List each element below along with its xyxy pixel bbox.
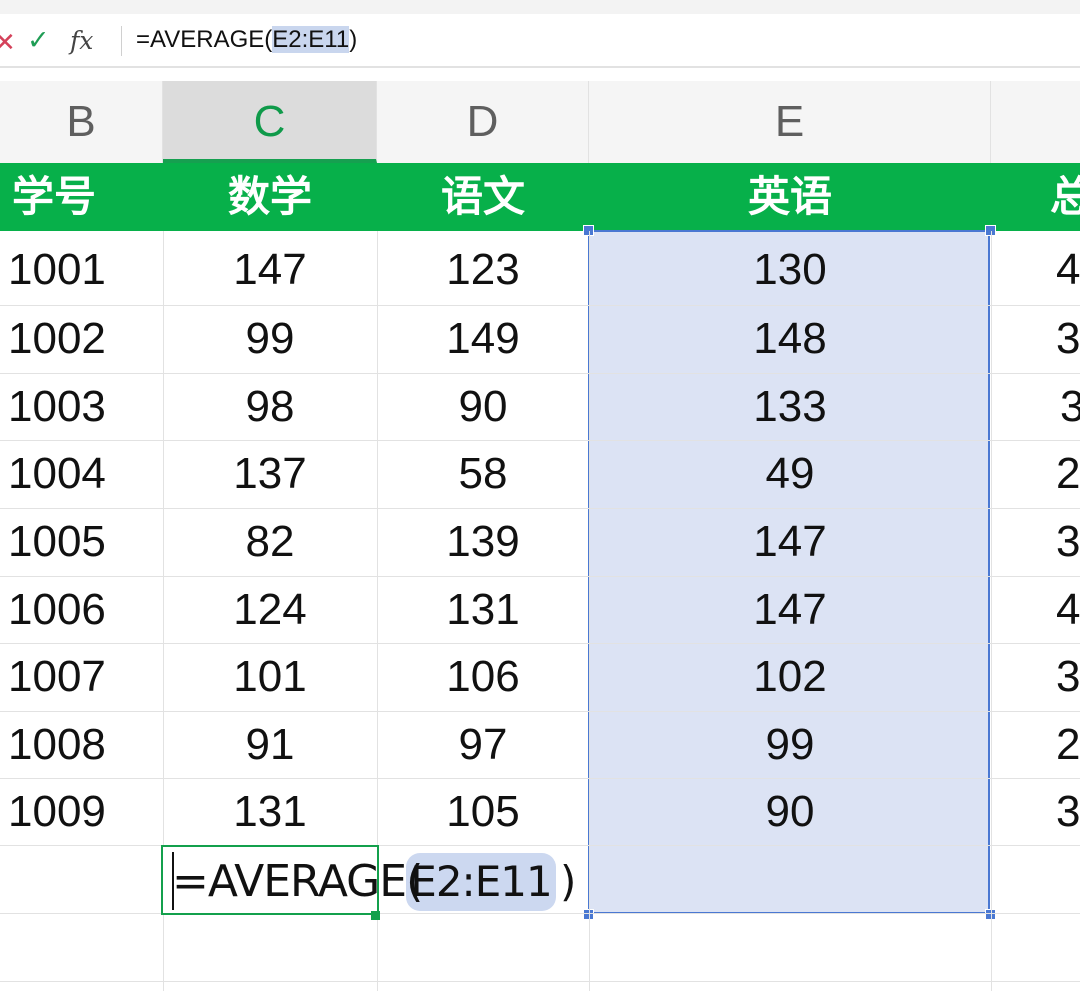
cell-total[interactable]: 3 xyxy=(1056,643,1080,710)
cell-total[interactable]: 4 xyxy=(1056,576,1080,643)
edit-formula-suffix: ) xyxy=(560,857,577,906)
cell-total[interactable]: 3 xyxy=(1056,778,1080,845)
cell-total[interactable]: 2 xyxy=(1056,711,1080,778)
cell-id[interactable]: 1007 xyxy=(8,643,158,710)
window-top-strip xyxy=(0,0,1080,15)
cell-chinese[interactable]: 149 xyxy=(377,305,589,372)
cell-chinese[interactable]: 139 xyxy=(377,508,589,575)
formula-input[interactable]: =AVERAGE(E2:E11) xyxy=(136,25,357,55)
column-header-bar: B C D E xyxy=(0,81,1080,163)
edit-range-ref[interactable]: E2:E11 xyxy=(406,850,556,914)
cell-math[interactable]: 91 xyxy=(163,711,377,778)
cell-chinese[interactable]: 105 xyxy=(377,778,589,845)
cell-math[interactable]: 98 xyxy=(163,373,377,440)
cell-total[interactable]: 3 xyxy=(1060,373,1080,440)
cell-chinese[interactable]: 123 xyxy=(377,236,589,303)
cell-id[interactable]: 1002 xyxy=(8,305,158,372)
cell-english[interactable]: 147 xyxy=(589,576,991,643)
formula-range-ref: E2:E11 xyxy=(272,26,350,53)
cell-english[interactable]: 90 xyxy=(589,778,991,845)
formula-bar-divider xyxy=(121,26,122,56)
cell-id[interactable]: 1001 xyxy=(8,236,158,303)
column-header-e[interactable]: E xyxy=(589,81,991,163)
cell-id[interactable]: 1005 xyxy=(8,508,158,575)
cell-id[interactable]: 1008 xyxy=(8,711,158,778)
header-cell-chinese[interactable]: 语文 xyxy=(377,163,589,231)
cell-math[interactable]: 124 xyxy=(163,576,377,643)
cell-total[interactable]: 4 xyxy=(1056,236,1080,303)
cell-total[interactable]: 2 xyxy=(1056,440,1080,507)
formula-prefix: =AVERAGE( xyxy=(136,26,273,53)
cell-math[interactable]: 82 xyxy=(163,508,377,575)
grid-line xyxy=(991,231,992,991)
column-header-d[interactable]: D xyxy=(377,81,589,163)
edit-formula-prefix: =AVERAGE( xyxy=(172,856,423,907)
cell-total[interactable]: 3 xyxy=(1056,305,1080,372)
cell-id[interactable]: 1009 xyxy=(8,778,158,845)
cell-math[interactable]: 101 xyxy=(163,643,377,710)
cell-math[interactable]: 99 xyxy=(163,305,377,372)
cell-id[interactable]: 1004 xyxy=(8,440,158,507)
cell-chinese[interactable]: 97 xyxy=(377,711,589,778)
cell-english[interactable]: 102 xyxy=(589,643,991,710)
cell-english[interactable]: 147 xyxy=(589,508,991,575)
text-caret xyxy=(172,852,174,910)
cell-math[interactable]: 147 xyxy=(163,236,377,303)
header-cell-math[interactable]: 数学 xyxy=(163,163,377,231)
header-row: 学号 数学 语文 英语 总 xyxy=(0,163,1080,231)
cell-english[interactable]: 99 xyxy=(589,711,991,778)
formula-suffix: ) xyxy=(349,26,358,53)
cell-total[interactable]: 3 xyxy=(1056,508,1080,575)
cell-chinese[interactable]: 58 xyxy=(377,440,589,507)
header-cell-english[interactable]: 英语 xyxy=(589,163,991,231)
cell-id[interactable]: 1006 xyxy=(8,576,158,643)
cell-chinese[interactable]: 131 xyxy=(377,576,589,643)
formula-bar: ✕ ✓ fx =AVERAGE(E2:E11) xyxy=(0,14,1080,68)
cell-math[interactable]: 131 xyxy=(163,778,377,845)
header-cell-student-id[interactable]: 学号 xyxy=(12,163,112,231)
cell-chinese[interactable]: 106 xyxy=(377,643,589,710)
cell-english[interactable]: 133 xyxy=(589,373,991,440)
header-cell-total[interactable]: 总 xyxy=(1050,163,1080,231)
cell-math[interactable]: 137 xyxy=(163,440,377,507)
cell-english[interactable]: 130 xyxy=(589,236,991,303)
column-header-f[interactable] xyxy=(991,81,1080,163)
cell-english[interactable]: 49 xyxy=(589,440,991,507)
cancel-icon[interactable]: ✕ xyxy=(0,24,16,60)
cell-english[interactable]: 148 xyxy=(589,305,991,372)
column-header-b[interactable]: B xyxy=(0,81,163,163)
cell-chinese[interactable]: 90 xyxy=(377,373,589,440)
column-header-c[interactable]: C xyxy=(163,81,377,163)
confirm-icon[interactable]: ✓ xyxy=(27,22,50,58)
grid-line xyxy=(0,981,1080,982)
cell-id[interactable]: 1003 xyxy=(8,373,158,440)
insert-function-icon[interactable]: fx xyxy=(70,23,93,59)
